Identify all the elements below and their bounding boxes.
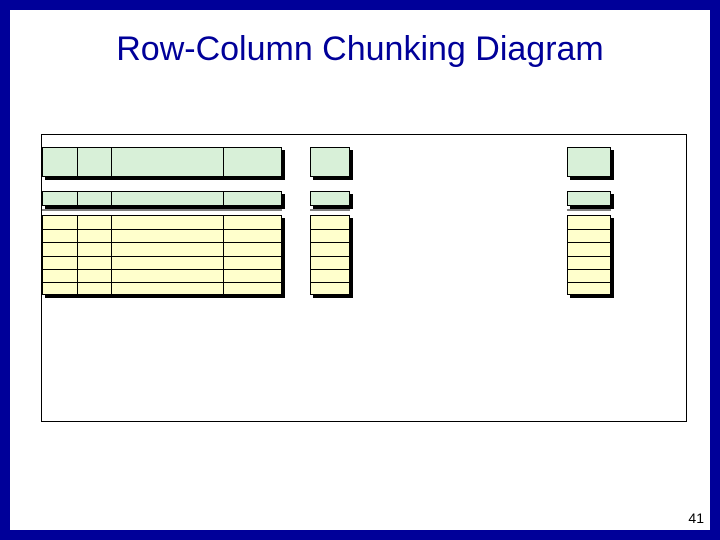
- green2-g3: [567, 191, 611, 206]
- green1-g1-split2: [111, 148, 112, 176]
- green1-g1: [42, 147, 282, 177]
- green2-g1-split2: [111, 192, 112, 205]
- diagram-canvas: [41, 134, 687, 422]
- yellow-g3-hline4: [568, 269, 610, 270]
- green1-g1-split3: [223, 148, 224, 176]
- slide-frame: Row-Column Chunking Diagram: [0, 0, 720, 540]
- green2-g2: [310, 191, 350, 206]
- yellow-g2-hline2: [311, 242, 349, 243]
- green1-g2: [310, 147, 350, 177]
- yellow-g1-hline5: [43, 282, 281, 283]
- yellow-g2-hline4: [311, 269, 349, 270]
- yellow-g1-hline1: [43, 229, 281, 230]
- yellow-g1-hline2: [43, 242, 281, 243]
- separator-g1: [42, 209, 282, 211]
- green2-g1-split3: [223, 192, 224, 205]
- separator-g3: [567, 209, 611, 211]
- yellow-g2-hline1: [311, 229, 349, 230]
- yellow-g1-hline4: [43, 269, 281, 270]
- green1-g1-split1: [77, 148, 78, 176]
- green2-g1: [42, 191, 282, 206]
- green1-g3: [567, 147, 611, 177]
- yellow-g1: [42, 215, 282, 295]
- yellow-g2-hline5: [311, 282, 349, 283]
- separator-g2: [310, 209, 350, 211]
- page-number: 41: [688, 510, 704, 526]
- yellow-g1-hline3: [43, 256, 281, 257]
- yellow-g3-hline5: [568, 282, 610, 283]
- yellow-g2: [310, 215, 350, 295]
- yellow-g3-hline1: [568, 229, 610, 230]
- yellow-g3: [567, 215, 611, 295]
- slide-title: Row-Column Chunking Diagram: [10, 30, 710, 69]
- green2-g1-split1: [77, 192, 78, 205]
- yellow-g3-hline2: [568, 242, 610, 243]
- yellow-g2-hline3: [311, 256, 349, 257]
- yellow-g3-hline3: [568, 256, 610, 257]
